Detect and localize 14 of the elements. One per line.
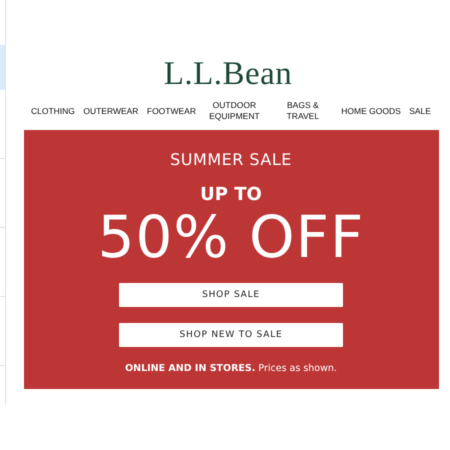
nav-link[interactable]: OUTDOOR EQUIPMENT <box>204 100 264 122</box>
banner-note: ONLINE AND IN STORES. Prices as shown. <box>125 363 337 374</box>
banner-headline: 50% OFF <box>98 205 364 269</box>
banner-kicker: UP TO <box>200 184 262 205</box>
nav-link[interactable]: CLOTHING <box>31 106 75 116</box>
shop-button[interactable]: SHOP SALE <box>119 283 343 307</box>
nav-link[interactable]: OUTERWEAR <box>83 106 138 116</box>
nav-link[interactable]: FOOTWEAR <box>146 106 196 116</box>
shop-button[interactable]: SHOP NEW TO SALE <box>119 323 343 347</box>
logo[interactable]: L.L.Bean <box>164 56 292 92</box>
nav-link[interactable]: BAGS & TRAVEL <box>272 100 333 122</box>
nav-link[interactable]: SALE <box>409 106 431 116</box>
nav-link[interactable]: HOME GOODS <box>341 106 401 116</box>
banner-title: SUMMER SALE <box>170 150 292 169</box>
